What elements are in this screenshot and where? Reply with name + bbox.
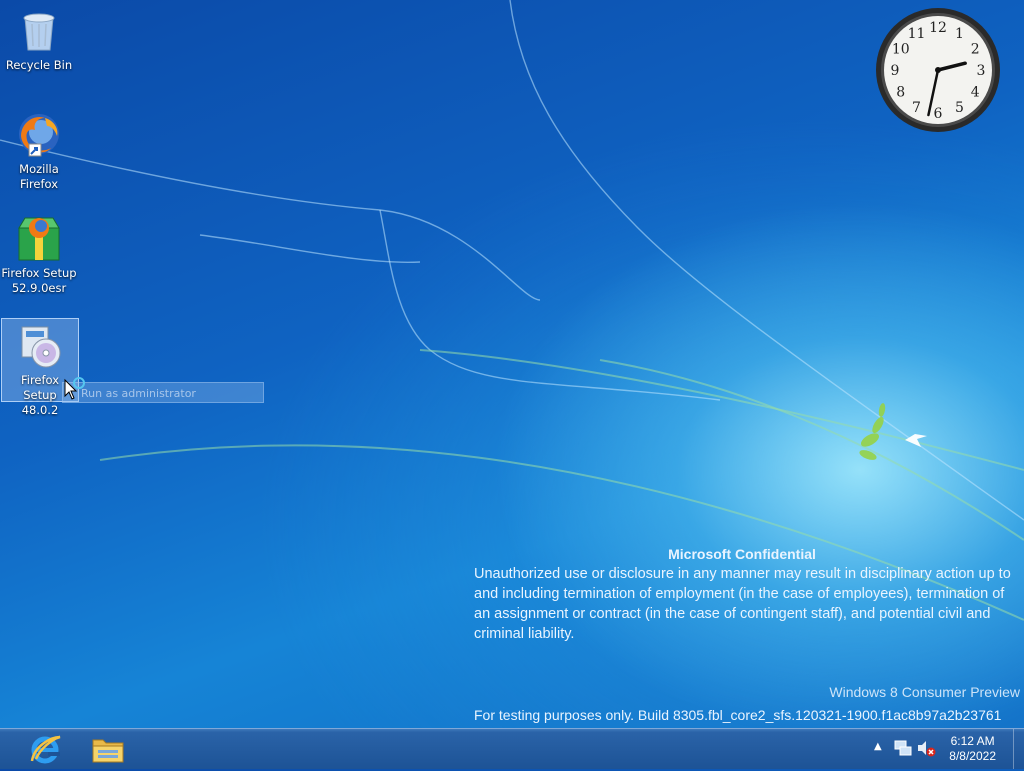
system-tray: ▲ 6:12 AM 8/8/2022 — [864, 729, 1024, 769]
run-as-administrator-hint[interactable]: Run as administrator — [62, 382, 264, 403]
clock-numeral: 8 — [896, 85, 905, 101]
clock-numeral: 3 — [977, 63, 986, 79]
show-hidden-icons-chevron-icon[interactable]: ▲ — [874, 741, 882, 752]
taskbar: ▲ 6:12 AM 8/8/2022 — [0, 728, 1024, 769]
taskbar-time: 6:12 AM — [950, 734, 995, 748]
firefox-icon — [15, 110, 63, 158]
taskbar-internet-explorer-button[interactable] — [18, 731, 74, 767]
clock-numeral: 4 — [971, 85, 980, 101]
clock-numeral: 1 — [955, 26, 964, 42]
build-info: For testing purposes only. Build 8305.fb… — [474, 707, 1002, 723]
show-desktop-button[interactable] — [1013, 729, 1024, 769]
confidential-title: Microsoft Confidential — [668, 546, 816, 562]
clock-numeral: 7 — [912, 100, 921, 116]
clock-gadget[interactable]: 12 12 3 45678 9 1011 — [874, 6, 1002, 134]
desktop-icon-label: Firefox Setup 52.9.0esr — [1, 266, 77, 295]
desktop-icon-label: Mozilla Firefox — [19, 162, 59, 191]
confidential-notice: Microsoft Confidential Unauthorized use … — [474, 544, 1019, 644]
confidential-body: Unauthorized use or disclosure in any ma… — [474, 566, 1011, 642]
taskbar-date: 8/8/2022 — [949, 749, 996, 763]
firefox-installer-icon — [15, 214, 63, 262]
clock-numeral: 2 — [971, 42, 980, 58]
clock-numeral: 12 — [929, 20, 947, 36]
desktop-icon-firefox-setup-52[interactable]: Firefox Setup 52.9.0esr — [1, 214, 77, 296]
clock-numeral: 6 — [934, 106, 943, 122]
taskbar-clock[interactable]: 6:12 AM 8/8/2022 — [949, 734, 996, 764]
internet-explorer-icon — [30, 735, 61, 764]
clock-numeral: 5 — [955, 100, 964, 116]
desktop-icon-label: Recycle Bin — [5, 58, 73, 72]
clock-numeral: 10 — [892, 42, 910, 58]
windows-edition-label: Windows 8 Consumer Preview — [829, 684, 1020, 700]
clock-numeral: 11 — [908, 26, 926, 42]
volume-muted-icon[interactable] — [916, 739, 936, 757]
network-icon[interactable] — [894, 739, 912, 757]
desktop-icon-recycle-bin[interactable]: Recycle Bin — [1, 6, 77, 73]
clock-numeral: 9 — [891, 63, 900, 79]
recycle-bin-icon — [15, 6, 63, 54]
file-explorer-icon — [92, 739, 124, 763]
setup-disc-icon — [16, 321, 64, 369]
taskbar-file-explorer-button[interactable] — [80, 731, 136, 767]
busy-pointer-icon — [64, 377, 85, 400]
desktop-icon-mozilla-firefox[interactable]: Mozilla Firefox — [1, 110, 77, 192]
